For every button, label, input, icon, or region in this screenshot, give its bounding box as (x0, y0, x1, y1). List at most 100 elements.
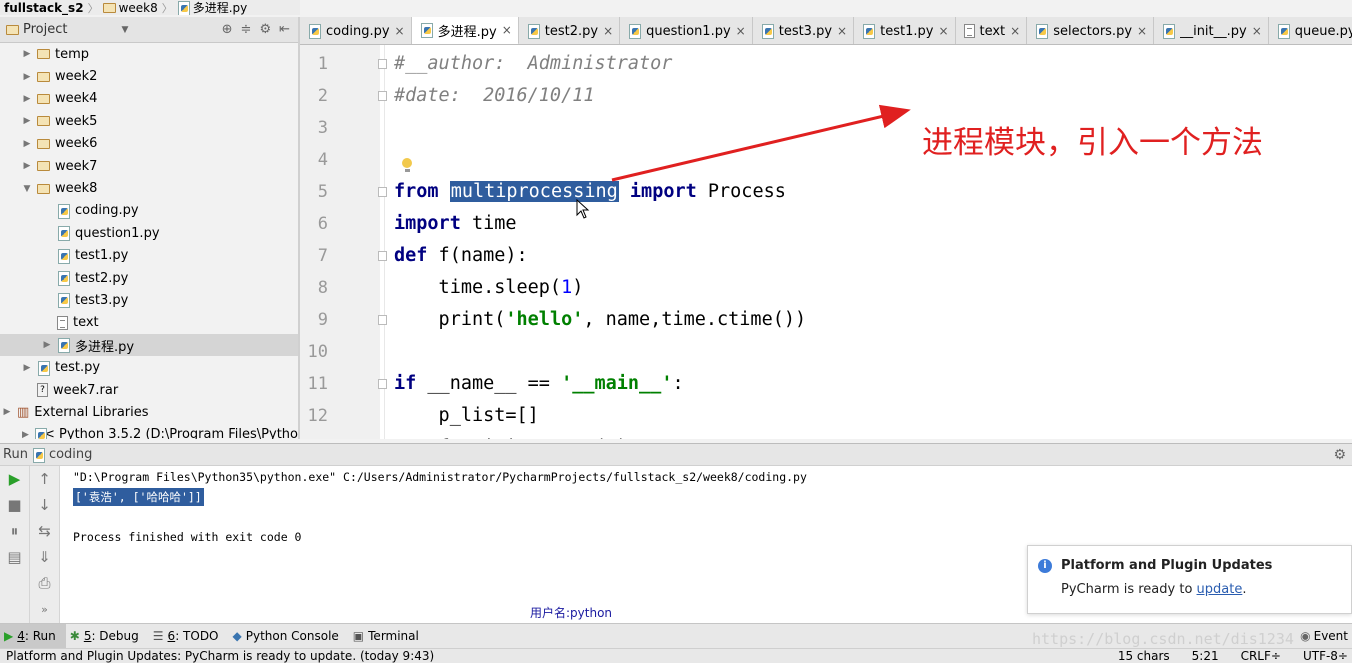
breadcrumb-file[interactable]: 多进程.py (173, 0, 252, 15)
chevron-down-icon[interactable]: ▼ (22, 184, 32, 194)
editor-tab[interactable]: test1.py × (854, 17, 956, 44)
gear-icon[interactable]: ⚙ (259, 22, 271, 37)
close-icon[interactable]: × (502, 23, 512, 37)
tree-item[interactable]: ▼ week8 (0, 177, 298, 199)
line-number: 10 (307, 342, 328, 362)
close-icon[interactable]: × (1252, 24, 1262, 38)
tree-item[interactable]: ▶ week7 (0, 155, 298, 177)
close-icon[interactable]: × (1010, 24, 1020, 38)
chevron-right-icon[interactable]: ▶ (22, 94, 32, 104)
tree-item-label: week8 (55, 181, 98, 197)
tree-item[interactable]: ▶ week5 (0, 110, 298, 132)
chevron-right-icon[interactable]: ▶ (22, 139, 32, 149)
tree-item[interactable]: ▶ ▥ External Libraries (0, 401, 298, 423)
tree-item[interactable]: test3.py (0, 289, 298, 311)
layout-icon[interactable]: ▤ (0, 544, 29, 570)
tree-item[interactable]: ▶ week6 (0, 133, 298, 155)
tree-item[interactable]: test1.py (0, 245, 298, 267)
tree-item[interactable]: ▶ test.py (0, 356, 298, 378)
fold-marker-icon[interactable] (378, 379, 387, 389)
tree-item[interactable]: ? week7.rar (0, 379, 298, 401)
close-icon[interactable]: × (395, 24, 405, 38)
tree-item[interactable]: coding.py (0, 200, 298, 222)
code-token: import (394, 213, 461, 234)
print-icon[interactable]: ⎙ (30, 570, 59, 596)
close-icon[interactable]: × (1137, 24, 1147, 38)
hide-panel-icon[interactable]: ⇤ (279, 22, 290, 37)
editor-tab[interactable]: __init__.py × (1154, 17, 1269, 44)
update-link[interactable]: update (1197, 582, 1243, 597)
fold-marker-icon[interactable] (378, 187, 387, 197)
tree-item[interactable]: ▶ week2 (0, 65, 298, 87)
arrow-up-icon[interactable]: ↑ (30, 466, 59, 492)
pause-icon[interactable]: ⏸ (0, 518, 29, 544)
editor-tab[interactable]: test2.py × (519, 17, 621, 44)
fold-marker-icon[interactable] (378, 251, 387, 261)
editor-tab[interactable]: question1.py × (620, 17, 753, 44)
tool-window-button[interactable]: ▶ 4: Run (0, 623, 66, 649)
chevron-right-icon[interactable]: ▶ (22, 49, 32, 59)
tool-window-button[interactable]: ▣ Terminal (349, 624, 429, 649)
chevron-right-icon[interactable]: ▶ (2, 407, 12, 417)
chevron-right-icon[interactable]: ▶ (22, 116, 32, 126)
editor-tab[interactable]: selectors.py × (1027, 17, 1155, 44)
chevron-right-icon[interactable]: ▶ (22, 363, 32, 373)
line-number: 13 (300, 432, 328, 439)
fold-marker-icon[interactable] (378, 91, 387, 101)
tool-window-button[interactable]: ✱ 5: Debug (66, 624, 149, 649)
breadcrumb: fullstack_s2 〉 week8 〉 多进程.py (0, 0, 300, 15)
close-icon[interactable]: × (938, 24, 948, 38)
gear-icon[interactable]: ⚙ (1333, 447, 1346, 463)
event-log-button[interactable]: ◉ Event (1300, 629, 1352, 643)
chevron-right-icon[interactable]: ▶ (42, 340, 52, 350)
username-caption: 用户名:python (530, 606, 613, 620)
lightbulb-icon[interactable] (401, 158, 413, 172)
python-file-icon (57, 203, 70, 219)
tree-item[interactable]: test2.py (0, 267, 298, 289)
status-position[interactable]: 5:21 (1192, 649, 1219, 663)
editor-tab[interactable]: coding.py × (300, 17, 412, 44)
status-encoding[interactable]: UTF-8÷ (1303, 649, 1348, 663)
fold-marker-icon[interactable] (378, 59, 387, 69)
tool-window-button[interactable]: ◆ Python Console (229, 624, 349, 649)
tree-item[interactable]: question1.py (0, 222, 298, 244)
close-icon[interactable]: × (736, 24, 746, 38)
tree-item[interactable]: ▶ < Python 3.5.2 (D:\Program Files\Pytho (0, 424, 298, 439)
code-token: #__author: Administrator (394, 53, 673, 74)
arrow-down-icon[interactable]: ↓ (30, 492, 59, 518)
tree-item[interactable]: text (0, 312, 298, 334)
chevron-right-icon[interactable]: ▶ (22, 72, 32, 82)
project-view-selector[interactable]: Project (23, 22, 67, 37)
code-editor[interactable]: 12345678910111213 #__author: Administrat… (300, 45, 1352, 439)
fold-marker-icon[interactable] (378, 315, 387, 325)
close-icon[interactable]: × (837, 24, 847, 38)
editor-tab[interactable]: text × (956, 17, 1028, 44)
close-icon[interactable]: × (603, 24, 613, 38)
chevron-right-icon[interactable]: ▶ (22, 430, 29, 439)
editor-tab[interactable]: queue.py× (1269, 17, 1352, 44)
chevron-right-icon[interactable]: ▶ (22, 161, 32, 171)
editor-tab[interactable]: test3.py × (753, 17, 855, 44)
folder-icon (37, 49, 50, 60)
status-line-separator[interactable]: CRLF÷ (1241, 649, 1281, 663)
scroll-to-end-icon[interactable]: ⇓ (30, 544, 59, 570)
rerun-icon[interactable]: ▶ (0, 466, 29, 492)
stop-icon[interactable]: ■ (0, 492, 29, 518)
tree-item[interactable]: ▶ temp (0, 43, 298, 65)
expand-icon[interactable]: » (30, 596, 59, 622)
tool-window-button[interactable]: ☰ 6: TODO (149, 624, 229, 649)
tree-item[interactable]: ▶ 多进程.py (0, 334, 298, 357)
scroll-from-source-icon[interactable]: ⊕ (222, 22, 233, 37)
status-message[interactable]: Platform and Plugin Updates: PyCharm is … (0, 649, 434, 663)
soft-wrap-icon[interactable]: ⇆ (30, 518, 59, 544)
collapse-all-icon[interactable]: ≑ (241, 22, 252, 37)
tree-item[interactable]: ▶ week4 (0, 88, 298, 110)
breadcrumb-folder[interactable]: week8 (99, 1, 162, 15)
run-config-name[interactable]: coding (49, 447, 92, 462)
editor-tab[interactable]: 多进程.py × (411, 17, 519, 44)
folder-icon (37, 183, 50, 194)
breadcrumb-project[interactable]: fullstack_s2 (0, 1, 88, 15)
chevron-down-icon[interactable]: ▼ (121, 25, 128, 35)
code-token: import (629, 181, 697, 202)
annotation-text: 进程模块，引入一个方法 (922, 125, 1263, 161)
